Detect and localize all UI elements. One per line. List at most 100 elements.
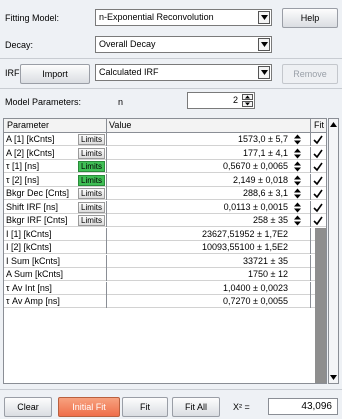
derived-value: 23627,51952 ± 1,7E2	[201, 228, 288, 239]
spin-arrows-icon[interactable]	[293, 215, 302, 226]
fit-all-button[interactable]: Fit All	[172, 397, 220, 417]
header-value: Value	[109, 120, 132, 130]
checkmark-icon[interactable]	[313, 175, 323, 186]
fit-button[interactable]: Fit	[122, 397, 168, 417]
checkmark-icon[interactable]	[313, 134, 323, 145]
table-row: τ [1] [ns] Limits 0,5670 ± 0,0065	[4, 160, 326, 173]
table-row: A [1] [kCnts] Limits 1573,0 ± 5,7	[4, 133, 326, 146]
derived-name: A Sum [kCnts]	[6, 269, 64, 279]
column-divider	[310, 146, 311, 160]
column-divider	[106, 281, 107, 295]
column-divider	[310, 160, 311, 173]
spin-arrows-icon[interactable]	[293, 175, 302, 186]
derived-value: 0,7270 ± 0,0055	[223, 296, 288, 306]
parameter-value[interactable]: 0,5670 ± 0,0065	[108, 160, 288, 173]
limits-button[interactable]: Limits	[78, 188, 105, 199]
table-row: Shift IRF [ns] Limits 0,0113 ± 0,0015	[4, 200, 326, 214]
parameter-value[interactable]: 1573,0 ± 5,7	[108, 133, 288, 146]
chevron-down-icon[interactable]	[258, 38, 270, 51]
spin-arrows-icon[interactable]	[293, 134, 302, 145]
column-divider	[310, 254, 311, 268]
remove-button[interactable]: Remove	[282, 64, 338, 84]
parameter-name: A [1] [kCnts]	[6, 134, 55, 144]
table-row: I [2] [kCnts] 10093,55100 ± 1,5E2	[4, 241, 326, 254]
checkmark-icon[interactable]	[313, 188, 323, 199]
column-divider	[106, 295, 107, 308]
chevron-down-icon[interactable]	[258, 66, 270, 79]
clear-button[interactable]: Clear	[4, 397, 52, 417]
spin-arrows-icon[interactable]	[293, 202, 302, 213]
parameter-value[interactable]: 258 ± 35	[108, 214, 288, 227]
spin-down-icon[interactable]	[242, 101, 253, 107]
grid-header: Parameter Value Fit	[4, 119, 326, 133]
import-button[interactable]: Import	[20, 64, 90, 84]
spin-arrows-icon[interactable]	[293, 148, 302, 159]
limits-button[interactable]: Limits	[78, 215, 105, 226]
parameter-value[interactable]: 0,0113 ± 0,0015	[108, 201, 288, 214]
irf-select[interactable]: Calculated IRF	[95, 64, 272, 81]
decay-label: Decay:	[5, 40, 34, 50]
column-divider	[106, 146, 107, 160]
decay-select[interactable]: Overall Decay	[95, 36, 272, 53]
table-row: A Sum [kCnts] 1750 ± 12	[4, 268, 326, 281]
limits-button[interactable]: Limits	[78, 201, 105, 213]
limits-button[interactable]: Limits	[78, 174, 105, 186]
checkmark-icon[interactable]	[313, 202, 323, 213]
parameter-value[interactable]: 288,6 ± 3,1	[108, 187, 288, 200]
header-parameter: Parameter	[7, 120, 50, 130]
table-row: τ Av Int [ns] 1,0400 ± 0,0023	[4, 281, 326, 295]
fitting-model-label: Fitting Model:	[5, 13, 60, 23]
column-divider	[106, 160, 107, 173]
limits-button[interactable]: Limits	[78, 147, 105, 159]
scroll-down-icon[interactable]	[329, 372, 338, 383]
separator	[0, 58, 342, 59]
checkmark-icon[interactable]	[313, 161, 323, 172]
scroll-up-icon[interactable]	[329, 119, 338, 130]
fitting-model-select[interactable]: n-Exponential Reconvolution	[95, 9, 272, 26]
spin-arrows-icon[interactable]	[293, 161, 302, 172]
parameter-grid: Parameter Value Fit A [1] [kCnts] Limits 1…	[3, 118, 327, 384]
parameter-name: Shift IRF [ns]	[6, 201, 59, 212]
model-parameters-label: Model Parameters:	[5, 97, 82, 107]
derived-value: 1750 ± 12	[248, 269, 288, 279]
spin-arrows-icon[interactable]	[293, 188, 302, 199]
n-stepper[interactable]: 2	[187, 92, 255, 109]
table-row: τ [2] [ns] Limits 2,149 ± 0,018	[4, 173, 326, 187]
column-divider	[310, 187, 311, 200]
column-divider	[106, 173, 107, 187]
initial-fit-button[interactable]: Initial Fit	[58, 397, 120, 417]
derived-name: τ Av Amp [ns]	[6, 296, 60, 306]
limits-button[interactable]: Limits	[78, 161, 105, 172]
help-button[interactable]: Help	[282, 8, 338, 28]
column-divider	[310, 227, 311, 241]
parameter-value[interactable]: 177,1 ± 4,1	[108, 147, 288, 160]
column-divider	[310, 281, 311, 295]
column-divider	[106, 214, 107, 227]
table-row: A [2] [kCnts] Limits 177,1 ± 4,1	[4, 146, 326, 160]
vertical-scrollbar[interactable]	[328, 118, 339, 384]
fitting-model-value: n-Exponential Reconvolution	[99, 12, 214, 22]
spin-up-icon[interactable]	[242, 94, 253, 100]
column-divider	[106, 227, 107, 241]
column-divider	[310, 295, 311, 308]
separator	[0, 389, 342, 390]
derived-name: τ Av Int [ns]	[6, 282, 52, 293]
derived-value: 1,0400 ± 0,0023	[223, 282, 288, 293]
column-divider	[310, 214, 311, 227]
chevron-down-icon[interactable]	[258, 11, 270, 24]
chi2-value: 43,096	[268, 398, 338, 415]
table-row: I [1] [kCnts] 23627,51952 ± 1,7E2	[4, 227, 326, 241]
parameter-name: A [2] [kCnts]	[6, 147, 55, 158]
column-divider	[310, 173, 311, 187]
parameter-value[interactable]: 2,149 ± 0,018	[108, 174, 288, 187]
limits-button[interactable]: Limits	[78, 134, 105, 145]
column-divider	[106, 133, 107, 146]
derived-value: 10093,55100 ± 1,5E2	[201, 242, 288, 252]
n-label: n	[118, 97, 124, 107]
checkmark-icon[interactable]	[313, 148, 323, 159]
derived-name: I Sum [kCnts]	[6, 255, 61, 266]
column-divider	[106, 187, 107, 200]
table-row: I Sum [kCnts] 33721 ± 35	[4, 254, 326, 268]
checkmark-icon[interactable]	[313, 215, 323, 226]
column-divider	[310, 133, 311, 146]
